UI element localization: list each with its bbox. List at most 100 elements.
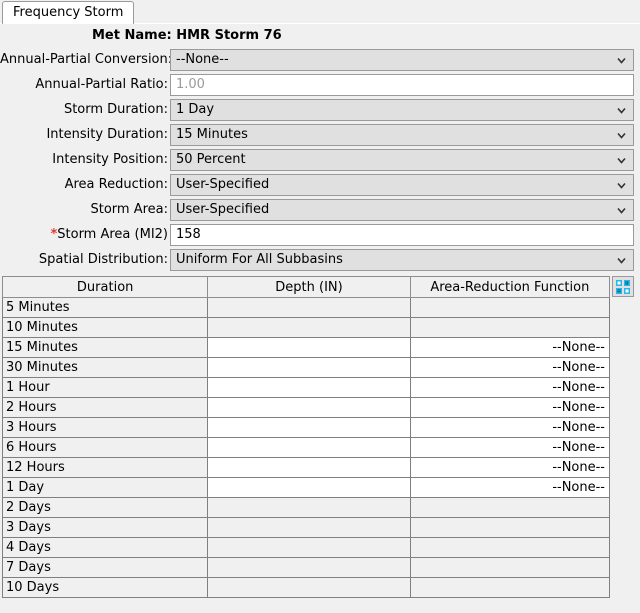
- label-storm-area-mi2: *Storm Area (MI2): [0, 227, 170, 242]
- combobox-value: 15 Minutes: [176, 127, 248, 142]
- form-row-storm-area-mi2: *Storm Area (MI2) 158: [0, 222, 640, 247]
- cell-depth[interactable]: [207, 417, 411, 438]
- cell-depth: [207, 557, 411, 578]
- label-intensity-position: Intensity Position:: [0, 152, 170, 167]
- combobox-annual-partial-conversion[interactable]: --None--: [170, 48, 634, 71]
- cell-area-reduction-function[interactable]: --None--: [410, 377, 611, 398]
- table-body: 5 Minutes 10 Minutes 15 Minutes --None-- 30 …: [1, 297, 611, 598]
- field-wrap-intensity-position: 50 Percent: [170, 148, 640, 171]
- cell-duration: 10 Minutes: [1, 317, 209, 338]
- combobox-spatial-distribution[interactable]: Uniform For All Subbasins: [170, 248, 634, 271]
- table-grid-icon: [616, 279, 630, 294]
- cell-area-reduction-function[interactable]: --None--: [410, 357, 611, 378]
- column-header-duration[interactable]: Duration: [1, 276, 209, 298]
- cell-depth: [207, 577, 411, 598]
- combobox-intensity-position[interactable]: 50 Percent: [170, 148, 634, 171]
- label-storm-duration: Storm Duration:: [0, 102, 170, 117]
- cell-depth[interactable]: [207, 397, 411, 418]
- column-header-depth[interactable]: Depth (IN): [207, 276, 411, 298]
- combobox-storm-duration[interactable]: 1 Day: [170, 98, 634, 121]
- cell-area-reduction-function: [410, 497, 611, 518]
- table-row: 3 Hours --None--: [1, 417, 611, 438]
- cell-duration: 30 Minutes: [1, 357, 209, 378]
- cell-area-reduction-function: [410, 577, 611, 598]
- field-wrap-area-reduction: User-Specified: [170, 173, 640, 196]
- table-row: 1 Hour --None--: [1, 377, 611, 398]
- textfield-value: 1.00: [176, 77, 205, 92]
- cell-depth[interactable]: [207, 477, 411, 498]
- chevron-down-icon: [617, 56, 626, 65]
- chevron-down-icon: [617, 181, 626, 190]
- cell-area-reduction-function[interactable]: --None--: [410, 337, 611, 358]
- tab-bar-filler: [134, 4, 640, 24]
- form-row-intensity-duration: Intensity Duration: 15 Minutes: [0, 122, 640, 147]
- tab-bar: Frequency Storm: [0, 0, 640, 24]
- cell-area-reduction-function[interactable]: --None--: [410, 437, 611, 458]
- field-wrap-storm-area: User-Specified: [170, 198, 640, 221]
- label-text: Annual-Partial Conversion:: [0, 52, 173, 67]
- cell-area-reduction-function[interactable]: --None--: [410, 397, 611, 418]
- cell-area-reduction-function: [410, 297, 611, 318]
- cell-depth: [207, 537, 411, 558]
- textfield-annual-partial-ratio: 1.00: [170, 73, 634, 96]
- column-header-area-reduction-function[interactable]: Area-Reduction Function: [410, 276, 611, 298]
- cell-depth[interactable]: [207, 457, 411, 478]
- table-row: 30 Minutes --None--: [1, 357, 611, 378]
- tab-frequency-storm[interactable]: Frequency Storm: [2, 1, 135, 24]
- cell-depth[interactable]: [207, 337, 411, 358]
- cell-duration: 10 Days: [1, 577, 209, 598]
- met-name-title: Met Name: HMR Storm 76: [92, 28, 282, 43]
- cell-depth: [207, 517, 411, 538]
- table-row: 6 Hours --None--: [1, 437, 611, 458]
- label-spatial-distribution: Spatial Distribution:: [0, 252, 170, 267]
- combobox-area-reduction[interactable]: User-Specified: [170, 173, 634, 196]
- cell-duration: 4 Days: [1, 537, 209, 558]
- label-text: Spatial Distribution:: [38, 252, 168, 267]
- table-row: 4 Days: [1, 537, 611, 558]
- label-text: Storm Area:: [90, 202, 168, 217]
- textfield-storm-area-mi2[interactable]: 158: [170, 223, 634, 246]
- form-row-storm-duration: Storm Duration: 1 Day: [0, 97, 640, 122]
- cell-duration: 3 Hours: [1, 417, 209, 438]
- cell-depth: [207, 317, 411, 338]
- table-row: 2 Days: [1, 497, 611, 518]
- form-row-intensity-position: Intensity Position: 50 Percent: [0, 147, 640, 172]
- cell-area-reduction-function[interactable]: --None--: [410, 457, 611, 478]
- textfield-value: 158: [176, 227, 201, 242]
- combobox-intensity-duration[interactable]: 15 Minutes: [170, 123, 634, 146]
- label-storm-area: Storm Area:: [0, 202, 170, 217]
- table-row: 1 Day --None--: [1, 477, 611, 498]
- cell-depth: [207, 497, 411, 518]
- cell-depth[interactable]: [207, 437, 411, 458]
- cell-duration: 2 Hours: [1, 397, 209, 418]
- form-fields: Annual-Partial Conversion: --None-- Annual…: [0, 47, 640, 272]
- cell-area-reduction-function: [410, 537, 611, 558]
- combobox-value: Uniform For All Subbasins: [176, 252, 343, 267]
- frequency-storm-panel: Frequency Storm Met Name: HMR Storm 76 A…: [0, 0, 640, 613]
- cell-depth[interactable]: [207, 357, 411, 378]
- label-text: Storm Duration:: [63, 102, 168, 117]
- combobox-value: 50 Percent: [176, 152, 246, 167]
- table-grid-button[interactable]: [612, 276, 634, 297]
- form-row-annual-partial-conversion: Annual-Partial Conversion: --None--: [0, 47, 640, 72]
- duration-depth-table: Duration Depth (IN) Area-Reduction Funct…: [1, 276, 611, 598]
- cell-depth[interactable]: [207, 377, 411, 398]
- cell-area-reduction-function: [410, 517, 611, 538]
- combobox-value: User-Specified: [176, 177, 270, 192]
- cell-duration: 15 Minutes: [1, 337, 209, 358]
- cell-area-reduction-function: [410, 557, 611, 578]
- field-wrap-storm-area-mi2: 158: [170, 223, 640, 246]
- combobox-storm-area[interactable]: User-Specified: [170, 198, 634, 221]
- table-row: 5 Minutes: [1, 297, 611, 318]
- content-pane: Met Name: HMR Storm 76 Annual-Partial Co…: [0, 24, 640, 613]
- cell-duration: 7 Days: [1, 557, 209, 578]
- cell-area-reduction-function[interactable]: --None--: [410, 417, 611, 438]
- table-row: 3 Days: [1, 517, 611, 538]
- label-intensity-duration: Intensity Duration:: [0, 127, 170, 142]
- cell-area-reduction-function[interactable]: --None--: [410, 477, 611, 498]
- label-text: Intensity Duration:: [46, 127, 168, 142]
- table-row: 15 Minutes --None--: [1, 337, 611, 358]
- field-wrap-intensity-duration: 15 Minutes: [170, 123, 640, 146]
- cell-depth: [207, 297, 411, 318]
- cell-duration: 2 Days: [1, 497, 209, 518]
